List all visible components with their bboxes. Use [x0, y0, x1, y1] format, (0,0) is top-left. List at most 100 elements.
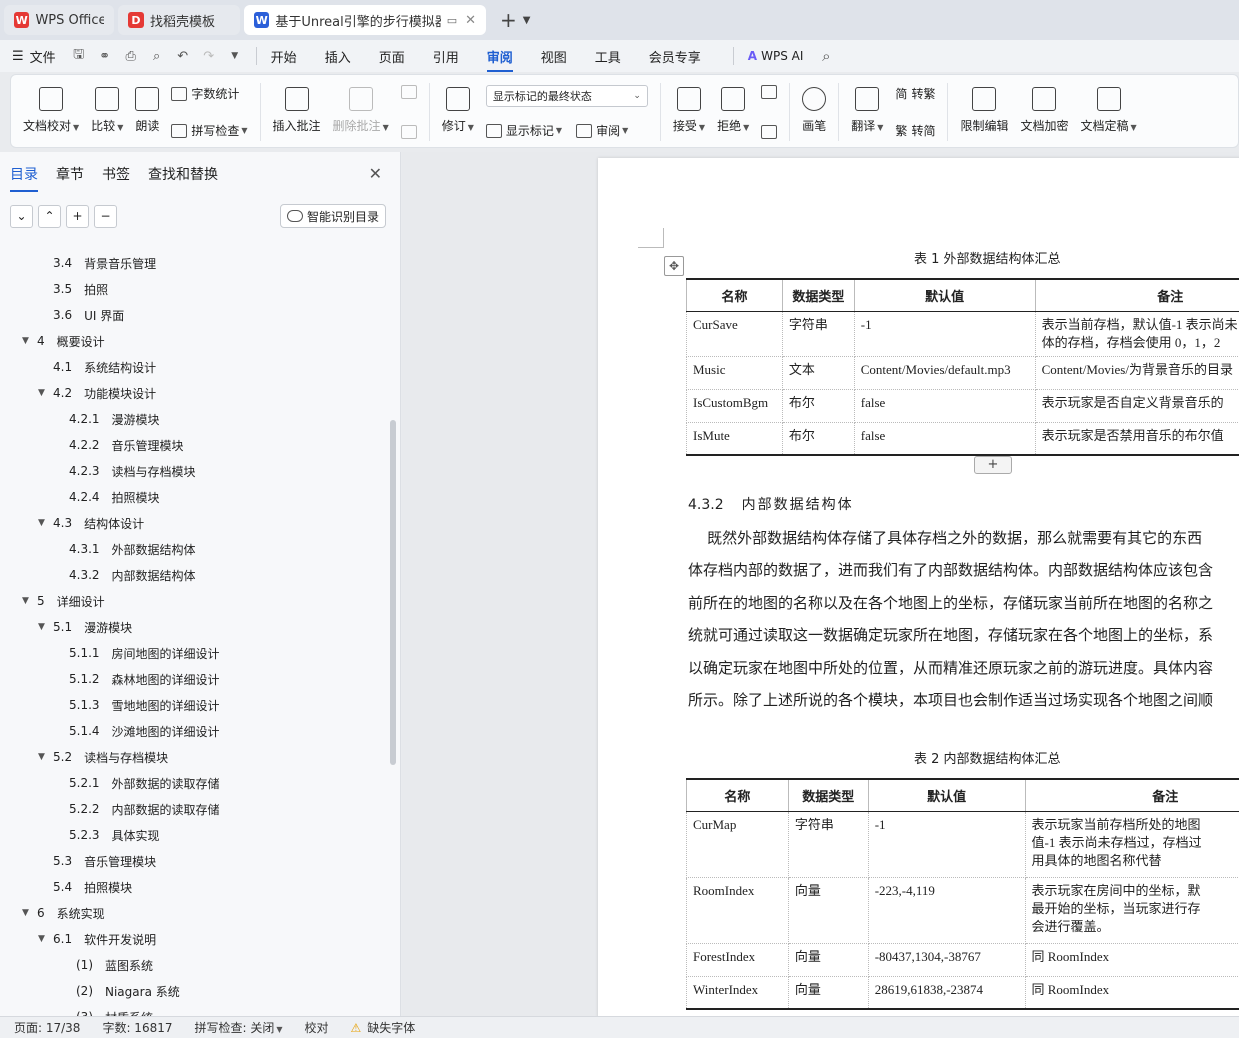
expand-icon[interactable]: ⌄	[10, 204, 33, 228]
delete-comment-button[interactable]: 删除批注 ▼	[333, 83, 389, 134]
table-cell[interactable]: -1	[853, 310, 1036, 357]
table-cell[interactable]: 布尔	[781, 421, 855, 456]
document-page[interactable]: 表 1 外部数据结构体汇总 ✥ 名称 数据类型 默认值 备注 CurSave 字符…	[598, 158, 1239, 1016]
missing-font-indicator[interactable]: ⚠ 缺失字体	[351, 1019, 416, 1036]
table-cell[interactable]: Content/Movies/default.mp3	[853, 355, 1036, 390]
table-cell[interactable]: 同 RoomIndex	[1024, 942, 1239, 977]
table-cell[interactable]: 字符串	[781, 310, 855, 357]
toc-item[interactable]: 5.2.3 具体实现	[0, 822, 390, 848]
toc-item[interactable]: 5.2.2 内部数据的读取存储	[0, 796, 390, 822]
menu-reference[interactable]: 引用	[433, 47, 459, 66]
table-cell[interactable]: 布尔	[781, 388, 855, 423]
table-external-data[interactable]: 名称 数据类型 默认值 备注 CurSave 字符串 -1 表示当前存档，默认值-1 …	[686, 278, 1239, 456]
print-icon[interactable]: ⎙	[122, 47, 140, 65]
smart-toc-button[interactable]: 智能识别目录	[279, 204, 386, 228]
table-cell[interactable]: false	[853, 421, 1036, 456]
expand-arrow-icon[interactable]: ▼	[22, 908, 29, 918]
tab-chapters[interactable]: 章节	[56, 164, 84, 184]
expand-arrow-icon[interactable]: ▼	[38, 518, 45, 528]
expand-arrow-icon[interactable]: ▼	[38, 622, 45, 632]
wps-ai-button[interactable]: A WPS AI	[748, 49, 804, 63]
expand-arrow-icon[interactable]: ▼	[38, 752, 45, 762]
toc-item[interactable]: 4.2.3 读档与存档模块	[0, 458, 390, 484]
move-table-icon[interactable]: ✥	[664, 256, 684, 276]
table-cell[interactable]: 表示当前存档，默认值-1 表示尚未 体的存档，存档会使用 0，1，2	[1034, 310, 1239, 357]
toc-item[interactable]: 3.6 UI 界面	[0, 302, 390, 328]
toc-item[interactable]: 5.1.2 森林地图的详细设计	[0, 666, 390, 692]
previous-comment-icon[interactable]	[400, 85, 417, 99]
add-level-icon[interactable]: +	[66, 204, 89, 228]
tab-document[interactable]: W 基于Unreal引擎的步行模拟器 ▭ ✕	[244, 5, 486, 35]
table-internal-data[interactable]: 名称 数据类型 默认值 备注 CurMap 字符串 -1 表示玩家当前存档所处的地图 …	[686, 778, 1239, 1010]
collapse-icon[interactable]: ⌃	[38, 204, 61, 228]
table-cell[interactable]: 表示玩家是否自定义背景音乐的	[1034, 388, 1239, 423]
redo-icon[interactable]: ↷	[200, 47, 218, 65]
table-cell[interactable]: Content/Movies/为背景音乐的目录	[1034, 355, 1239, 390]
toc-item[interactable]: ▼ 5 详细设计	[0, 588, 390, 614]
toc-item[interactable]: ▼ 6.1 软件开发说明	[0, 926, 390, 952]
table-cell[interactable]: 字符串	[787, 810, 869, 878]
expand-arrow-icon[interactable]: ▼	[22, 336, 29, 346]
remove-level-icon[interactable]: −	[94, 204, 117, 228]
toc-item[interactable]: 4.2.1 漫游模块	[0, 406, 390, 432]
revise-button[interactable]: 修订 ▼	[442, 83, 474, 134]
tab-bookmarks[interactable]: 书签	[102, 164, 130, 184]
pen-button[interactable]: 画笔	[802, 83, 826, 134]
chevron-down-icon[interactable]: ▼	[523, 15, 531, 26]
close-icon[interactable]: ✕	[465, 13, 476, 28]
table-cell[interactable]: 表示玩家是否禁用音乐的布尔值	[1034, 421, 1239, 456]
close-icon[interactable]: ✕	[369, 164, 382, 183]
compare-button[interactable]: 比较 ▼	[91, 83, 123, 134]
reject-button[interactable]: 拒绝 ▼	[717, 83, 749, 134]
toc-item[interactable]: ▼ 4.2 功能模块设计	[0, 380, 390, 406]
review-pane-button[interactable]: 审阅 ▼	[576, 122, 628, 139]
translate-button[interactable]: 翻译 ▼	[851, 83, 883, 134]
table-cell[interactable]: 28619,61838,-23874	[867, 975, 1026, 1010]
menu-tools[interactable]: 工具	[595, 47, 621, 66]
table-cell[interactable]: RoomIndex	[686, 876, 789, 944]
table-cell[interactable]: 向量	[787, 975, 869, 1010]
toc-item[interactable]: 3.5 拍照	[0, 276, 390, 302]
table-cell[interactable]: WinterIndex	[686, 975, 789, 1010]
next-comment-icon[interactable]	[400, 125, 417, 139]
accept-button[interactable]: 接受 ▼	[673, 83, 705, 134]
undo-icon[interactable]: ↶	[174, 47, 192, 65]
print-preview-icon[interactable]: ⌕	[148, 47, 166, 65]
chevron-down-icon[interactable]: ▼	[226, 47, 244, 65]
expand-arrow-icon[interactable]: ▼	[38, 934, 45, 944]
toc-item[interactable]: 5.2.1 外部数据的读取存储	[0, 770, 390, 796]
search-icon[interactable]: ⌕	[817, 47, 835, 65]
table-cell[interactable]: 向量	[787, 876, 869, 944]
table-cell[interactable]: 表示玩家当前存档所处的地图 值-1 表示尚未存档过，存档过 用具体的地图名称代替	[1024, 810, 1239, 878]
markup-state-select[interactable]: 显示标记的最终状态 ⌄	[485, 85, 648, 107]
toc-item[interactable]: 3.4 背景音乐管理	[0, 250, 390, 276]
toc-item[interactable]: 5.4 拍照模块	[0, 874, 390, 900]
proof-indicator[interactable]: 校对	[305, 1019, 329, 1036]
toc-item[interactable]: 4.2.4 拍照模块	[0, 484, 390, 510]
table-cell[interactable]: 文本	[781, 355, 855, 390]
menu-start[interactable]: 开始	[271, 47, 297, 66]
word-count-indicator[interactable]: 字数: 16817	[102, 1019, 172, 1036]
table-cell[interactable]: 向量	[787, 942, 869, 977]
table-cell[interactable]: IsCustomBgm	[686, 388, 783, 423]
toc-item[interactable]: 4.2.2 音乐管理模块	[0, 432, 390, 458]
show-markup-button[interactable]: 显示标记 ▼	[485, 122, 562, 139]
menu-review[interactable]: 审阅	[486, 47, 513, 72]
file-menu[interactable]: ☰ 文件	[12, 47, 56, 66]
doc-encrypt-button[interactable]: 文档加密	[1020, 83, 1068, 134]
toc-item[interactable]: ▼ 6 系统实现	[0, 900, 390, 926]
link-icon[interactable]: ⚭	[96, 47, 114, 65]
toc-item[interactable]: 5.1.4 沙滩地图的详细设计	[0, 718, 390, 744]
table-cell[interactable]: -1	[867, 810, 1026, 878]
table-cell[interactable]: 表示玩家在房间中的坐标，默 最开始的坐标，当玩家进行存 会进行覆盖。	[1024, 876, 1239, 944]
save-icon[interactable]: 🖫	[70, 47, 88, 65]
insert-comment-button[interactable]: 插入批注	[273, 83, 321, 134]
expand-arrow-icon[interactable]: ▼	[38, 388, 45, 398]
toc-item[interactable]: 4.3.1 外部数据结构体	[0, 536, 390, 562]
doc-check-button[interactable]: 文档校对 ▼	[23, 83, 79, 134]
table-cell[interactable]: -80437,1304,-38767	[867, 942, 1026, 977]
monitor-icon[interactable]: ▭	[447, 14, 457, 27]
toc-item[interactable]: ▼ 4 概要设计	[0, 328, 390, 354]
toc-item[interactable]: ▼ 4.3 结构体设计	[0, 510, 390, 536]
menu-member[interactable]: 会员专享	[649, 47, 701, 66]
